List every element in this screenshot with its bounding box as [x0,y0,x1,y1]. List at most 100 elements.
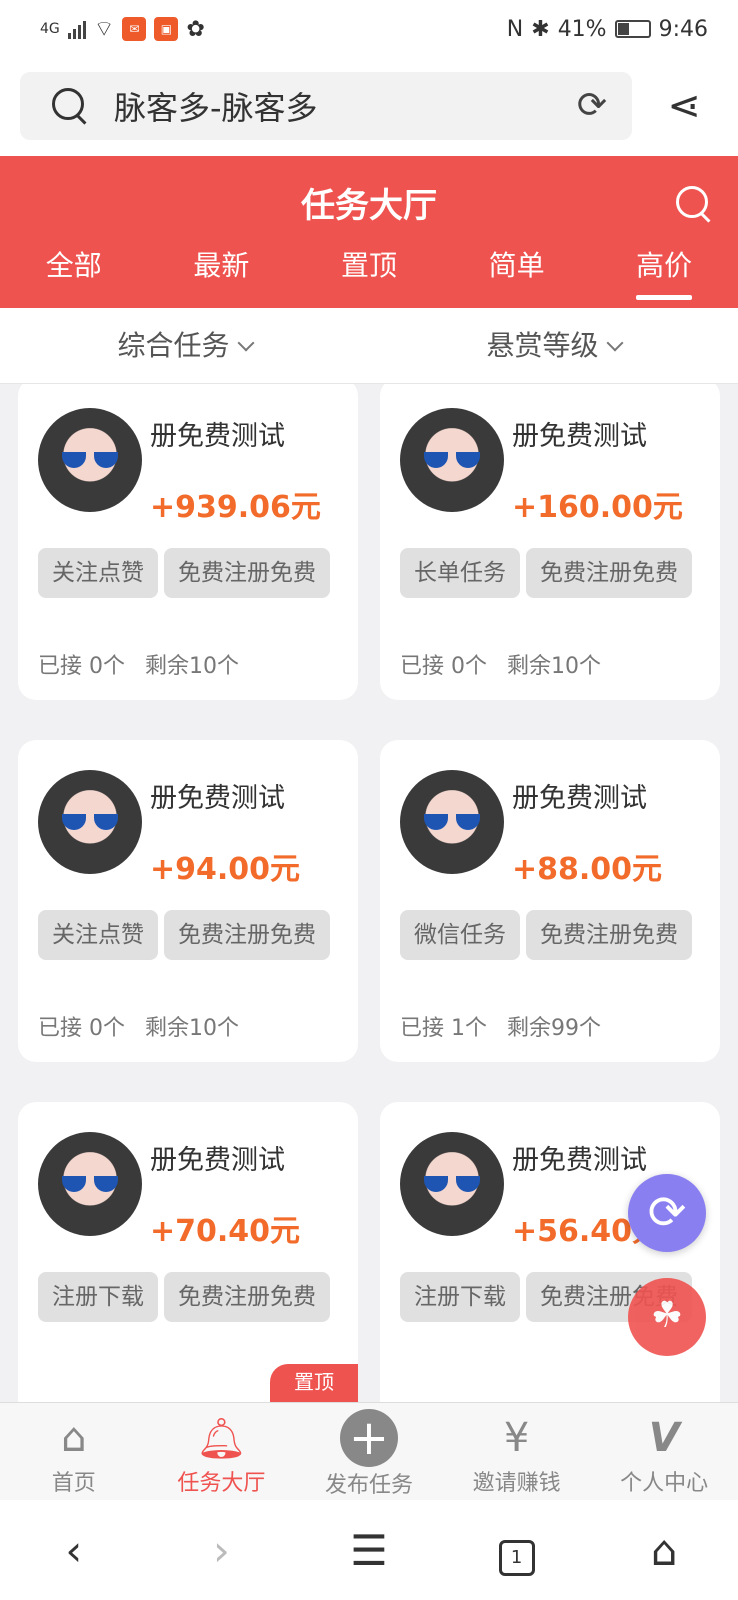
filter-label: 综合任务 [117,329,230,362]
task-tags: 关注点赞 免费注册免费 [38,910,332,960]
nav-label: 个人中心 [620,1471,709,1496]
vip-icon: V [648,1415,680,1461]
tab-pinned[interactable]: 置顶 [295,244,443,304]
task-card[interactable]: 册免费测试 +160.00元 长单任务 免费注册免费 已接 0个 剩余10个 [380,384,720,700]
home-icon: ⌂ [61,1415,87,1461]
task-reward: +94.00元 [150,852,301,887]
category-tabs: 全部 最新 置顶 简单 高价 [0,244,738,304]
tabs-button[interactable]: 1 [477,1524,557,1576]
tab-all[interactable]: 全部 [0,244,148,304]
nav-home[interactable]: ⌂ 首页 [0,1403,148,1500]
battery-percent: 41% [557,16,607,42]
address-bar[interactable]: 脉客多-脉客多 ⟳ [20,72,632,140]
task-tag: 免费注册免费 [164,548,330,598]
nav-label: 首页 [51,1471,96,1496]
task-card[interactable]: 册免费测试 +56.40元 注册下载 免费注册免费 [380,1102,720,1402]
browser-toolbar: 脉客多-脉客多 ⟳ ⋖ [0,58,738,156]
remaining-count: 剩余10个 [145,1016,239,1041]
task-tag: 免费注册免费 [164,910,330,960]
status-bar: 4G ⌔ ✉ ▣ ✿ N ✱ 41% 9:46 [0,0,738,58]
task-title: 册免费测试 [512,783,647,814]
task-tags: 关注点赞 免费注册免费 [38,548,332,598]
accepted-count: 已接 0个 [38,654,125,679]
task-title: 册免费测试 [512,1145,647,1176]
task-tag: 关注点赞 [38,548,158,598]
avatar [38,770,142,874]
address-text: 脉客多-脉客多 [114,89,318,127]
plus-icon: + [339,1409,398,1467]
task-card[interactable]: 册免费测试 +94.00元 关注点赞 免费注册免费 已接 0个 剩余10个 [18,740,358,1062]
back-icon[interactable]: ‹ [34,1526,114,1575]
refresh-icon: ⟳ [647,1185,687,1239]
task-reward: +88.00元 [512,852,663,887]
remaining-count: 剩余10个 [145,654,239,679]
task-title: 册免费测试 [150,421,285,452]
home-icon[interactable]: ⌂ [624,1526,704,1575]
task-card[interactable]: 册免费测试 +939.06元 关注点赞 免费注册免费 已接 0个 剩余10个 [18,384,358,700]
accepted-count: 已接 0个 [38,1016,125,1041]
avatar [400,1132,504,1236]
task-tag: 注册下载 [38,1272,158,1322]
task-tag: 免费注册免费 [164,1272,330,1322]
task-reward: +939.06元 [150,490,321,525]
nav-profile[interactable]: V 个人中心 [590,1403,738,1500]
task-tags: 长单任务 免费注册免费 [400,548,694,598]
task-card[interactable]: 册免费测试 +88.00元 微信任务 免费注册免费 已接 1个 剩余99个 [380,740,720,1062]
nav-invite[interactable]: ¥ 邀请赚钱 [443,1403,591,1500]
browser-notification-icon: ✿ [186,16,205,42]
tab-high-price[interactable]: 高价 [590,244,738,304]
task-stats: 已接 0个 剩余10个 [38,1010,239,1042]
page-header: 任务大厅 全部 最新 置顶 简单 高价 [0,156,738,308]
remaining-count: 剩余99个 [507,1016,601,1041]
page-title: 任务大厅 [301,186,437,226]
task-tag: 长单任务 [400,548,520,598]
forward-icon[interactable]: › [181,1526,261,1575]
reload-icon[interactable]: ⟳ [572,86,612,126]
bluetooth-icon: ✱ [531,16,550,42]
browser-nav: ‹ › ☰ 1 ⌂ [0,1500,738,1600]
accepted-count: 已接 1个 [400,1016,487,1041]
status-left: 4G ⌔ ✉ ▣ ✿ [40,15,205,43]
task-tag: 微信任务 [400,910,520,960]
task-title: 册免费测试 [150,783,285,814]
tab-simple[interactable]: 简单 [443,244,591,304]
task-tag: 关注点赞 [38,910,158,960]
search-icon[interactable] [676,186,716,226]
task-reward: +160.00元 [512,490,683,525]
task-tag: 免费注册免费 [526,548,692,598]
task-card[interactable]: 册免费测试 +70.40元 注册下载 免费注册免费 置顶 [18,1102,358,1402]
nav-label: 邀请赚钱 [472,1471,561,1496]
bottom-nav: ⌂ 首页 🔔︎ 任务大厅 + 发布任务 ¥ 邀请赚钱 V 个人中心 [0,1402,738,1500]
nav-label: 任务大厅 [177,1471,266,1496]
signal-icon [67,19,86,39]
filter-task-type[interactable]: 综合任务 [0,308,369,383]
filter-reward-level[interactable]: 悬赏等级 [369,308,738,383]
tab-count: 1 [498,1540,535,1576]
share-icon[interactable]: ⋖ [662,78,706,134]
pinned-badge: 置顶 [270,1364,358,1402]
bell-icon: 🔔︎ [196,1415,247,1462]
avatar [400,770,504,874]
menu-icon[interactable]: ☰ [329,1526,409,1575]
task-stats: 已接 0个 剩余10个 [400,648,601,680]
refresh-fab[interactable]: ⟳ [628,1174,706,1252]
chevron-down-icon [606,334,623,352]
task-tags: 注册下载 免费注册免费 [38,1272,332,1322]
wifi-icon: ⌔ [93,17,115,42]
battery-icon [614,20,651,38]
task-tag: 注册下载 [400,1272,520,1322]
app-notification-icon: ✉ [122,17,147,41]
network-label: 4G [40,21,60,37]
tab-latest[interactable]: 最新 [148,244,296,304]
footprint-fab[interactable]: ☘ [628,1278,706,1356]
nfc-icon: N [506,16,524,42]
task-tags: 微信任务 免费注册免费 [400,910,694,960]
nav-task-hall[interactable]: 🔔︎ 任务大厅 [148,1403,296,1500]
money-bag-icon: ¥ [503,1415,530,1461]
filter-bar: 综合任务 悬赏等级 [0,308,738,384]
accepted-count: 已接 0个 [400,654,487,679]
avatar [38,1132,142,1236]
nav-label: 发布任务 [324,1473,413,1498]
clock: 9:46 [658,16,708,42]
nav-publish-task[interactable]: + 发布任务 [295,1403,443,1500]
